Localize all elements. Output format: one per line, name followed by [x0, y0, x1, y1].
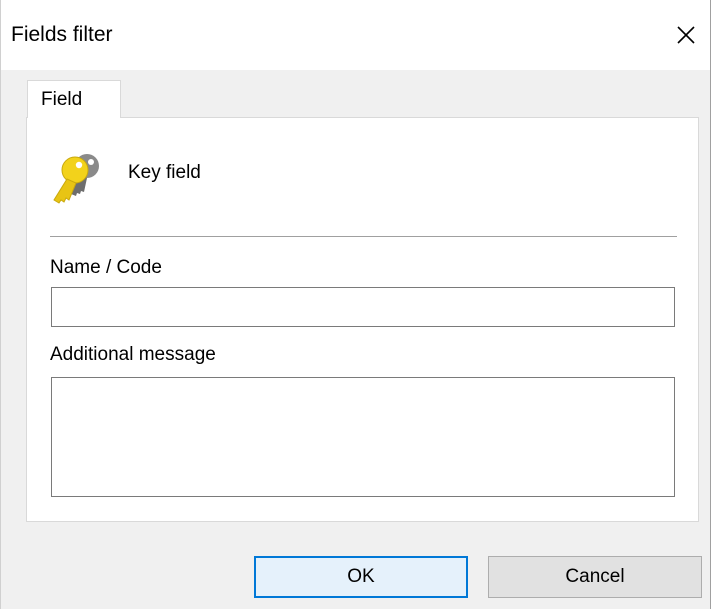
dialog-title: Fields filter: [11, 23, 113, 46]
cancel-button[interactable]: Cancel: [488, 556, 702, 598]
name-code-input[interactable]: [51, 287, 675, 327]
name-code-label: Name / Code: [50, 257, 162, 278]
tab-field-label: Field: [41, 89, 83, 110]
fields-filter-dialog: Fields filter Field Key field Name / Cod…: [0, 0, 711, 609]
close-icon: [677, 26, 695, 44]
close-button[interactable]: [662, 10, 710, 60]
key-field-label: Key field: [128, 162, 201, 183]
title-bar: Fields filter: [1, 0, 710, 70]
field-tab-panel: Key field Name / Code Additional message: [26, 117, 699, 522]
additional-message-label: Additional message: [50, 344, 216, 365]
additional-message-textarea[interactable]: [51, 377, 675, 497]
tab-field[interactable]: Field: [27, 80, 121, 118]
key-icon: [53, 154, 99, 204]
separator-line: [50, 236, 677, 237]
ok-button[interactable]: OK: [254, 556, 468, 598]
